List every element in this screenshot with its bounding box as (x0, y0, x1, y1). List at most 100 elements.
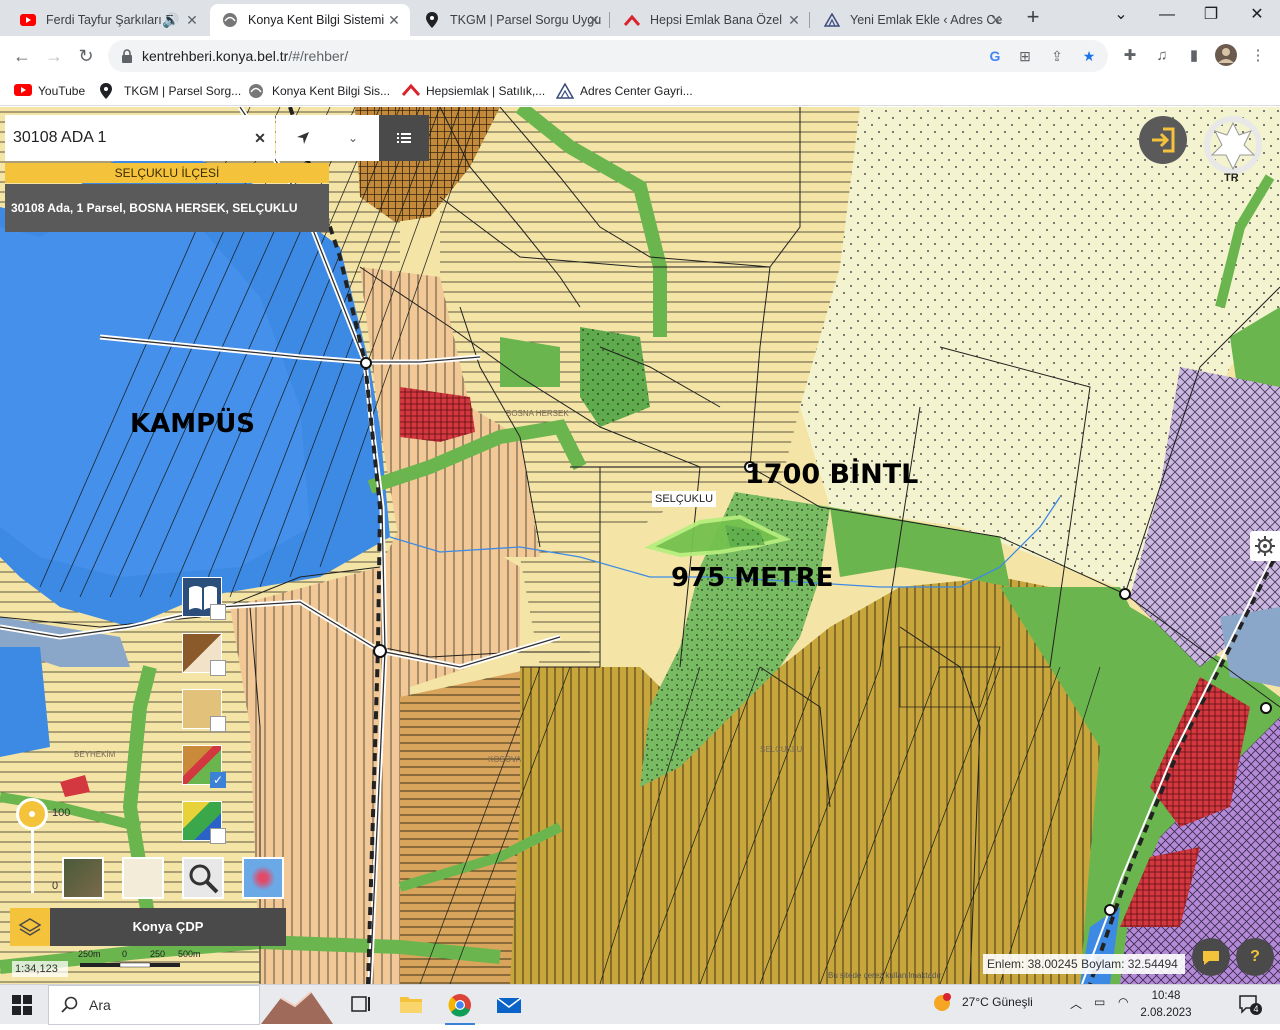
layers-button[interactable] (10, 908, 50, 946)
tab-title: Konya Kent Bilgi Sistemi (248, 13, 385, 27)
close-tab-icon[interactable]: ✕ (184, 12, 200, 28)
side-panel-icon[interactable]: ▮ (1182, 44, 1206, 68)
notification-count: 4 (1250, 1003, 1262, 1015)
tab-konya-kbs[interactable]: Konya Kent Bilgi Sistemi ✕ (210, 4, 410, 36)
menu-icon[interactable]: ⋮ (1246, 44, 1270, 68)
bookmark-youtube[interactable]: YouTube (14, 82, 85, 100)
speaker-icon[interactable]: 🔊 (162, 12, 179, 28)
basemap-heatmap[interactable] (242, 857, 284, 899)
tab-search-icon[interactable]: ⌄ (1098, 0, 1144, 32)
opacity-slider-track[interactable] (31, 823, 34, 893)
google-icon[interactable]: G (984, 46, 1006, 66)
back-button[interactable]: ← (8, 42, 36, 70)
map-viewport[interactable]: KAMPÜS 1700 BİNTL 975 METRE SELÇUKLU BOS… (0, 107, 1280, 984)
tab-youtube[interactable]: Ferdi Tayfur Şarkıları E 🔊 ✕ (8, 4, 208, 36)
hepsiemlak-icon (624, 12, 640, 28)
bookmarks-bar: YouTube TKGM | Parsel Sorg... Konya Kent… (0, 76, 1280, 106)
windows-start-icon[interactable] (12, 995, 32, 1015)
search-tools: ⌄ (276, 115, 379, 161)
tray-chevron-icon[interactable]: ︿ (1070, 995, 1082, 1012)
new-tab-button[interactable]: + (1020, 6, 1046, 30)
layers-icon (18, 918, 42, 936)
layer-checkbox[interactable] (210, 828, 226, 844)
layer-checkbox[interactable] (210, 660, 226, 676)
active-plan-name[interactable]: Konya ÇDP (50, 908, 286, 946)
close-tab-icon[interactable]: ✕ (786, 12, 802, 28)
zoning-map[interactable] (0, 107, 1280, 984)
bookmark-konya-kbs[interactable]: Konya Kent Bilgi Sis... (248, 82, 390, 100)
sun-icon (934, 993, 951, 1011)
close-tab-icon[interactable]: ✕ (386, 12, 402, 28)
search-result-item[interactable]: 30108 Ada, 1 Parsel, BOSNA HERSEK, SELÇU… (5, 184, 329, 232)
turkey-emblem: TR (1196, 111, 1270, 185)
browser-toolbar: ← → ↻ kentrehberi.konya.bel.tr/#/rehber/… (0, 36, 1280, 76)
reload-button[interactable]: ↻ (72, 42, 100, 70)
clear-search-icon[interactable]: ✕ (251, 129, 269, 147)
basemap-satellite[interactable] (62, 857, 104, 899)
search-input[interactable] (13, 127, 233, 149)
distance-label: 975 METRE (671, 563, 834, 593)
extensions-icon[interactable]: ✚ (1118, 44, 1142, 68)
youtube-icon (14, 83, 32, 99)
restore-button[interactable]: ❐ (1188, 0, 1234, 32)
media-control-icon[interactable]: ♫ (1150, 44, 1174, 68)
search-highlight-image (261, 991, 333, 1024)
profile-avatar[interactable] (1214, 44, 1238, 68)
layer-checkbox[interactable] (210, 604, 226, 620)
scale-tick: 250m (78, 949, 101, 959)
lock-icon[interactable] (120, 48, 134, 64)
basemap-search[interactable] (182, 857, 224, 899)
forward-button[interactable]: → (40, 42, 68, 70)
translate-icon[interactable]: ⊞ (1014, 46, 1036, 66)
kbs-icon (248, 83, 266, 99)
basemap-street[interactable] (122, 857, 164, 899)
chat-button[interactable] (1192, 938, 1230, 976)
chrome-taskbar-icon[interactable] (437, 985, 483, 1025)
tab-hepsiemlak[interactable]: Hepsi Emlak Bana Özel ✕ (612, 4, 810, 36)
taskbar-search-label: Ara (89, 997, 111, 1013)
mail-icon[interactable] (486, 985, 532, 1025)
close-tab-icon[interactable]: ✕ (988, 12, 1004, 28)
share-icon[interactable]: ⇪ (1046, 46, 1068, 66)
task-view-icon[interactable] (338, 985, 384, 1025)
layer-checkbox[interactable] (210, 716, 226, 732)
taskbar-clock[interactable]: 10:48 2.08.2023 (1136, 988, 1196, 1022)
tab-adres-center[interactable]: Yeni Emlak Ekle ‹ Adres Ce ✕ (812, 4, 1012, 36)
chevron-down-icon[interactable]: ⌄ (344, 129, 362, 147)
list-icon (397, 133, 411, 143)
locate-arrow-icon[interactable] (294, 129, 312, 147)
url-path: /#/rehber/ (288, 48, 349, 64)
bookmark-label: YouTube (38, 84, 86, 98)
settings-button[interactable] (1250, 531, 1280, 561)
file-explorer-icon[interactable] (388, 985, 434, 1025)
scale-ratio: 1:34,123 (12, 961, 68, 977)
hepsiemlak-icon (401, 83, 421, 99)
opacity-slider-handle[interactable] (16, 798, 48, 830)
tab-title: Yeni Emlak Ekle ‹ Adres Ce (850, 13, 1003, 27)
coordinate-readout: Enlem: 38.00245 Boylam: 32.54494 (983, 954, 1185, 974)
login-button[interactable] (1139, 116, 1187, 164)
bookmark-adres-center[interactable]: Adres Center Gayri... (555, 82, 693, 100)
neighborhood-label: BEYHEKİM (74, 750, 116, 759)
notifications-icon[interactable]: 4 (1238, 993, 1262, 1018)
layer-checkbox-checked[interactable]: ✓ (210, 772, 226, 788)
network-device-icon[interactable]: ▭ (1094, 995, 1105, 1009)
tab-tkgm[interactable]: TKGM | Parsel Sorgu Uygu ✕ (412, 4, 610, 36)
minimize-button[interactable]: — (1144, 0, 1190, 32)
bookmark-tkgm[interactable]: TKGM | Parsel Sorg... (100, 82, 241, 100)
wifi-icon[interactable]: ◠ (1118, 995, 1128, 1009)
address-bar[interactable]: kentrehberi.konya.bel.tr/#/rehber/ G ⊞ ⇪… (108, 40, 1108, 72)
bookmark-star-icon[interactable]: ★ (1078, 46, 1100, 66)
search-panel: ✕ (5, 115, 275, 161)
login-icon (1152, 127, 1175, 153)
windows-taskbar: Ara 27°C Güneşli ︿ ▭ ◠ 10:48 2.08.2023 4 (0, 984, 1280, 1025)
help-button[interactable]: ? (1236, 938, 1274, 976)
close-window-button[interactable]: ✕ (1234, 0, 1280, 32)
search-icon (61, 996, 79, 1014)
clock-time: 10:48 (1151, 990, 1181, 1002)
taskbar-search[interactable]: Ara (48, 985, 333, 1025)
tab-title: Ferdi Tayfur Şarkıları E (46, 13, 174, 27)
results-list-button[interactable] (379, 115, 429, 161)
bookmark-hepsiemlak[interactable]: Hepsiemlak | Satılık,... (401, 82, 545, 100)
close-tab-icon[interactable]: ✕ (586, 12, 602, 28)
